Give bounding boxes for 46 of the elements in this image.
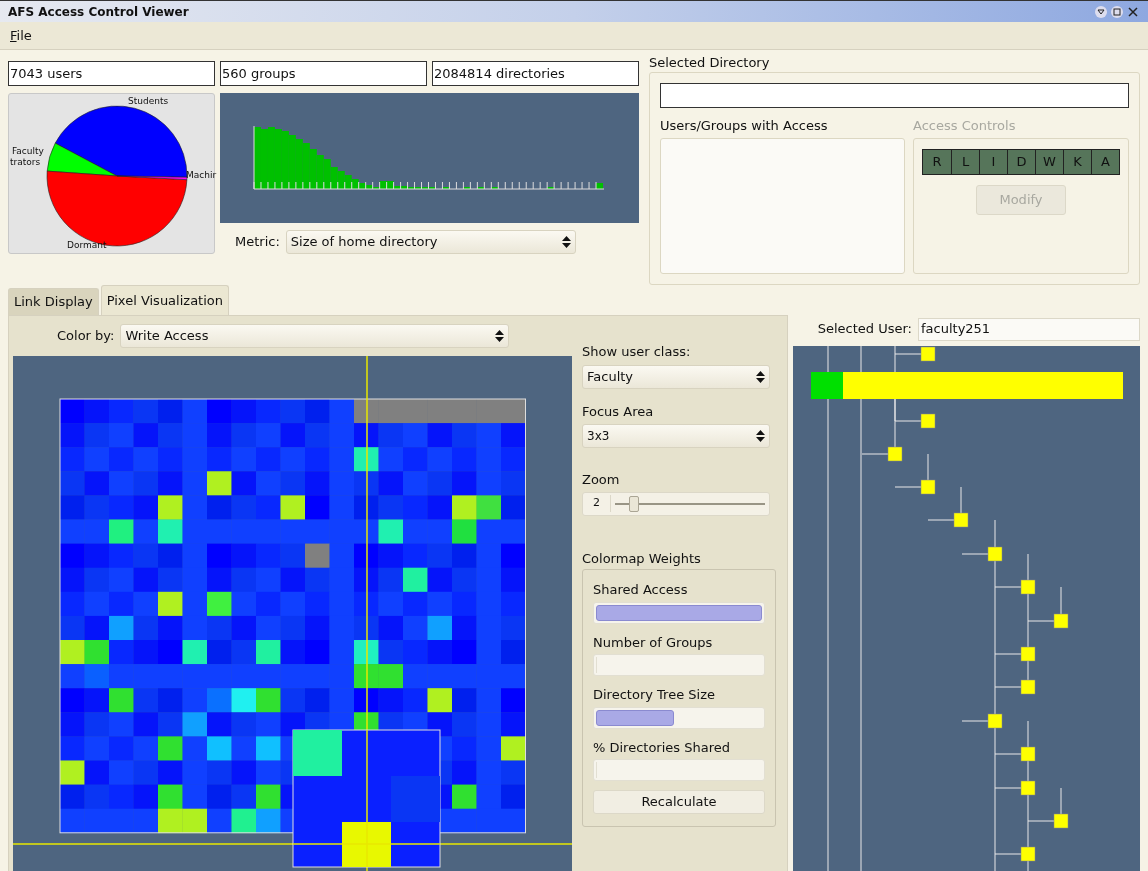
metric-label: Metric: bbox=[235, 233, 280, 252]
window-title: AFS Access Control Viewer bbox=[8, 3, 189, 21]
weight-label: Directory Tree Size bbox=[593, 686, 716, 704]
histogram-bar bbox=[596, 183, 603, 189]
zoom-value: 2 bbox=[583, 495, 611, 512]
weight-label: Shared Access bbox=[593, 581, 689, 599]
metric-select[interactable]: Size of home directory bbox=[285, 230, 576, 254]
weight-label: Number of Groups bbox=[593, 633, 714, 652]
updown-icon bbox=[756, 370, 765, 383]
zoom-label: Zoom bbox=[582, 471, 621, 489]
minimize-icon[interactable] bbox=[1094, 4, 1108, 19]
pixel-map[interactable] bbox=[13, 356, 572, 871]
tab[interactable]: Link Display bbox=[8, 288, 99, 315]
slider-handle[interactable] bbox=[629, 495, 639, 512]
pie-label: Faculty bbox=[12, 146, 44, 156]
tab[interactable]: Pixel Visualization bbox=[100, 285, 229, 315]
directory-field[interactable] bbox=[660, 83, 1129, 108]
stat-field[interactable]: 7043 users bbox=[8, 61, 215, 86]
stat-field[interactable]: 2084814 directories bbox=[432, 61, 639, 86]
close-icon[interactable] bbox=[1126, 4, 1140, 19]
updown-icon bbox=[756, 430, 765, 442]
weights-title: Colormap Weights bbox=[582, 549, 702, 568]
section-title: Selected Directory bbox=[649, 56, 771, 70]
pie-label: Dormant bbox=[67, 240, 107, 250]
pie-label: trators bbox=[10, 157, 41, 167]
updown-icon bbox=[561, 236, 571, 248]
pie-label: Students bbox=[128, 96, 169, 106]
zoom-slider[interactable] bbox=[615, 495, 765, 512]
user-class-label: Show user class: bbox=[582, 343, 692, 361]
users-title: Users/Groups with Access bbox=[660, 117, 829, 135]
selected-user-label: Selected User: bbox=[817, 320, 912, 339]
color-by-select[interactable]: Write Access bbox=[120, 324, 510, 348]
weight-bar[interactable] bbox=[593, 706, 765, 729]
color-by-label: Color by: bbox=[57, 327, 115, 346]
user-class-select[interactable]: Faculty bbox=[582, 364, 770, 389]
directory-tree[interactable] bbox=[793, 346, 1140, 871]
stat-field[interactable]: 560 groups bbox=[220, 61, 427, 86]
focus-area-label: Focus Area bbox=[582, 402, 655, 421]
selected-user-field[interactable]: faculty251 bbox=[918, 317, 1140, 341]
access-controls-title: Access Controls bbox=[913, 117, 1017, 135]
recalculate-button[interactable]: Recalculate bbox=[593, 790, 765, 814]
weight-label: % Directories Shared bbox=[593, 738, 731, 757]
menu-item[interactable]: File bbox=[10, 25, 32, 46]
updown-icon bbox=[495, 330, 505, 342]
focus-area-select[interactable]: 3x3 bbox=[582, 424, 770, 448]
pie-label: Machir bbox=[186, 170, 217, 180]
